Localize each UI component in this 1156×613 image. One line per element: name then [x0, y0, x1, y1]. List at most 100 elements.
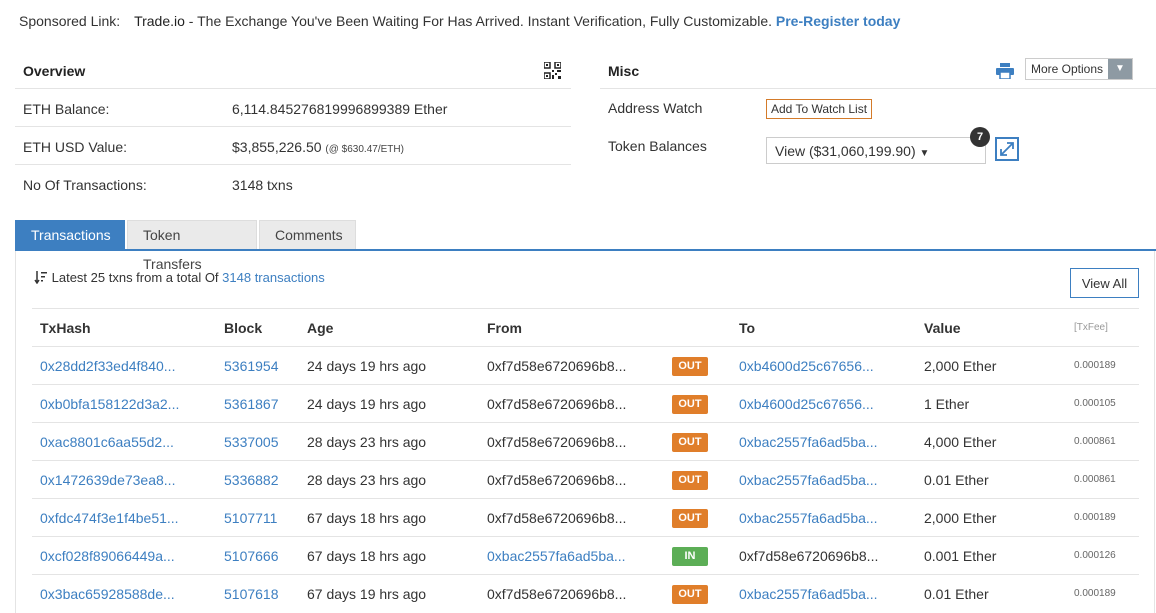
from-address-cell: 0xbac2557fa6ad5ba... [479, 536, 664, 575]
tx-value: 0.001 Ether [924, 547, 997, 564]
block-link[interactable]: 5361867 [224, 396, 279, 412]
block-link-cell: 5361867 [216, 384, 299, 423]
sponsor-brand: Trade.io [134, 13, 185, 29]
tx-hash-link-cell: 0xcf028f89066449a... [32, 536, 216, 575]
table-row: 0xcf028f89066449a... 5107666 67 days 18 hr… [32, 536, 1139, 575]
eth-usd-value: $3,855,226.50 [232, 139, 322, 155]
token-balances-label: Token Balances [608, 138, 707, 154]
block-link[interactable]: 5107711 [224, 510, 277, 526]
overview-panel: Overview ETH Balance: 6,114.845276819996… [15, 52, 571, 203]
view-all-button[interactable]: View All [1070, 268, 1139, 298]
to-address[interactable]: 0xbac2557fa6ad5ba... [739, 434, 878, 450]
tx-age: 24 days 19 hrs ago [307, 357, 427, 374]
tx-fee: 0.000861 [1074, 474, 1116, 485]
misc-header: Misc More Options ▼ [600, 52, 1156, 89]
tx-hash-link[interactable]: 0xb0bfa158122d3a2... [40, 396, 179, 412]
from-address-cell: 0xf7d58e6720696b8... [479, 498, 664, 537]
table-header-row: TxHash Block Age From To Value [TxFee] [32, 308, 1139, 347]
misc-panel: Misc More Options ▼ Address Watch Add To … [600, 52, 1156, 165]
tab-transactions[interactable]: Transactions [15, 220, 125, 249]
tx-fee-cell: 0.000861 [1066, 460, 1139, 499]
misc-title: Misc [608, 63, 640, 79]
direction-badge-cell: OUT [664, 384, 731, 423]
block-link[interactable]: 5107666 [224, 548, 279, 564]
add-to-watch-list-button[interactable]: Add To Watch List [766, 99, 873, 119]
direction-badge-cell: OUT [664, 346, 731, 385]
tx-hash-link[interactable]: 0xfdc474f3e1f4be51... [40, 510, 179, 526]
direction-badge: OUT [672, 432, 708, 452]
tx-hash-link[interactable]: 0x28dd2f33ed4f840... [40, 358, 175, 374]
tx-age-cell: 67 days 18 hrs ago [299, 536, 479, 575]
eth-price-note: (@ $630.47/ETH) [325, 144, 404, 155]
tx-value-cell: 0.001 Ether [916, 536, 1066, 575]
transactions-panel: Latest 25 txns from a total Of 3148 tran… [15, 251, 1155, 613]
tx-count-value: 3148 txns [232, 177, 293, 193]
col-txfee: [TxFee] [1066, 308, 1139, 347]
direction-badge-cell: OUT [664, 574, 731, 613]
tx-value-cell: 1 Ether [916, 384, 1066, 423]
from-address: 0xf7d58e6720696b8... [487, 471, 627, 488]
sponsor-text: - The Exchange You've Been Waiting For H… [184, 13, 776, 29]
block-link[interactable]: 5361954 [224, 358, 279, 374]
address-watch-label: Address Watch [608, 100, 703, 116]
overview-header: Overview [15, 52, 571, 89]
caret-down-icon: ▼ [919, 148, 930, 159]
eth-balance-value: 6,114.845276819996899389 Ether [232, 101, 448, 117]
tx-fee: 0.000105 [1074, 398, 1116, 409]
sponsor-label: Sponsored Link: [19, 13, 121, 29]
to-address[interactable]: 0xb4600d25c67656... [739, 358, 874, 374]
pre-register-link[interactable]: Pre-Register today [776, 13, 900, 29]
tx-hash-link[interactable]: 0xac8801c6aa55d2... [40, 434, 174, 450]
tab-token-transfers[interactable]: Token Transfers [127, 220, 257, 272]
to-address-cell: 0xbac2557fa6ad5ba... [731, 498, 916, 537]
tx-fee: 0.000189 [1074, 360, 1116, 371]
tx-hash-link[interactable]: 0xcf028f89066449a... [40, 548, 175, 564]
from-address: 0xf7d58e6720696b8... [487, 509, 627, 526]
qr-code-icon[interactable] [544, 62, 561, 79]
tx-hash-link[interactable]: 0x1472639de73ea8... [40, 472, 175, 488]
table-row: 0x3bac65928588de... 5107618 67 days 19 hrs… [32, 574, 1139, 613]
col-to: To [731, 308, 916, 347]
table-row: 0xfdc474f3e1f4be51... 5107711 67 days 18 h… [32, 498, 1139, 537]
token-balances-dropdown[interactable]: View ($31,060,199.90) ▼ [766, 137, 986, 164]
eth-balance-row: ETH Balance: 6,114.845276819996899389 Et… [15, 89, 571, 127]
from-address: 0xf7d58e6720696b8... [487, 433, 627, 450]
to-address-cell: 0xb4600d25c67656... [731, 384, 916, 423]
tx-age: 28 days 23 hrs ago [307, 433, 427, 450]
direction-badge: OUT [672, 356, 708, 376]
token-count-badge: 7 [970, 127, 990, 147]
sponsored-link-bar: Sponsored Link: Trade.io - The Exchange … [19, 13, 900, 29]
to-address: 0xf7d58e6720696b8... [739, 547, 879, 564]
transactions-table: TxHash Block Age From To Value [TxFee] 0… [32, 308, 1139, 613]
more-options-button[interactable]: More Options ▼ [1025, 58, 1133, 80]
block-link[interactable]: 5337005 [224, 434, 279, 450]
direction-badge-cell: OUT [664, 498, 731, 537]
tx-value: 2,000 Ether [924, 357, 997, 374]
expand-icon[interactable] [995, 137, 1019, 161]
overview-title: Overview [23, 63, 86, 79]
to-address[interactable]: 0xb4600d25c67656... [739, 396, 874, 412]
tx-age-cell: 67 days 18 hrs ago [299, 498, 479, 537]
tx-hash-link-cell: 0xfdc474f3e1f4be51... [32, 498, 216, 537]
table-row: 0x1472639de73ea8... 5336882 28 days 23 hrs… [32, 460, 1139, 499]
total-transactions-link[interactable]: 3148 transactions [222, 270, 325, 285]
block-link[interactable]: 5336882 [224, 472, 279, 488]
direction-badge: OUT [672, 584, 708, 604]
to-address-cell: 0xf7d58e6720696b8... [731, 536, 916, 575]
tx-hash-link[interactable]: 0x3bac65928588de... [40, 586, 175, 602]
to-address[interactable]: 0xbac2557fa6ad5ba... [739, 586, 878, 602]
from-address[interactable]: 0xbac2557fa6ad5ba... [487, 548, 626, 564]
to-address[interactable]: 0xbac2557fa6ad5ba... [739, 472, 878, 488]
to-address[interactable]: 0xbac2557fa6ad5ba... [739, 510, 878, 526]
col-age: Age [299, 308, 479, 347]
transactions-summary: Latest 25 txns from a total Of 3148 tran… [34, 270, 325, 285]
printer-icon[interactable] [996, 63, 1014, 79]
col-block: Block [216, 308, 299, 347]
block-link[interactable]: 5107618 [224, 586, 279, 602]
tx-fee-cell: 0.000189 [1066, 574, 1139, 613]
tx-value: 0.01 Ether [924, 585, 989, 602]
block-link-cell: 5337005 [216, 422, 299, 461]
tx-value-cell: 4,000 Ether [916, 422, 1066, 461]
tab-comments[interactable]: Comments [259, 220, 356, 249]
tx-fee-cell: 0.000861 [1066, 422, 1139, 461]
